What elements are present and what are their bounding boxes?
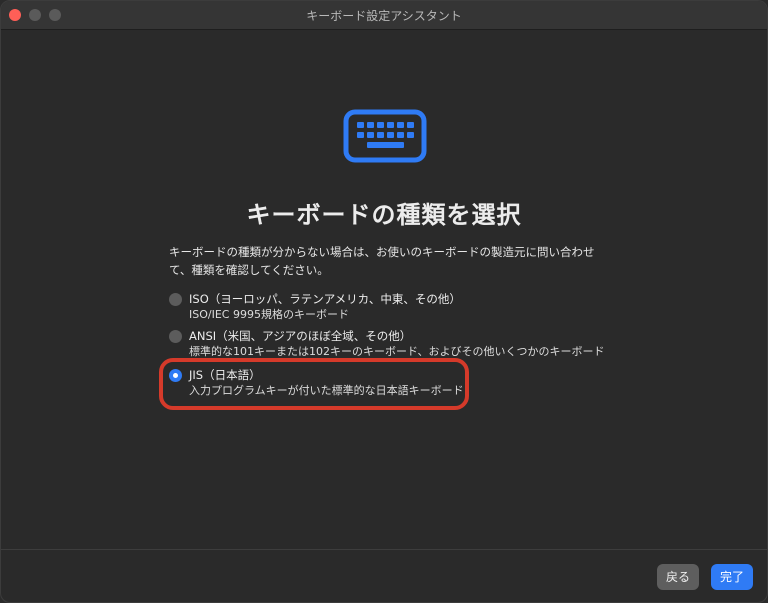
- footer-divider: [1, 549, 767, 550]
- option-iso[interactable]: ISO（ヨーロッパ、ラテンアメリカ、中東、その他） ISO/IEC 9995規格…: [169, 291, 461, 323]
- back-button[interactable]: 戻る: [657, 564, 699, 590]
- description-text: キーボードの種類が分からない場合は、お使いのキーボードの製造元に問い合わせて、種…: [169, 245, 595, 277]
- page-heading: キーボードの種類を選択: [246, 201, 522, 229]
- option-ansi[interactable]: ANSI（米国、アジアのほぼ全域、その他） 標準的な101キーまたは102キーの…: [169, 328, 605, 360]
- assistant-window: キーボード設定アシスタント キーボードの種類を選択 キーボードの種類が分からない…: [0, 0, 768, 603]
- keyboard-icon: [343, 109, 427, 163]
- option-ansi-title: ANSI（米国、アジアのほぼ全域、その他）: [189, 329, 412, 343]
- title-bar: キーボード設定アシスタント: [1, 1, 767, 30]
- done-button[interactable]: 完了: [711, 564, 753, 590]
- option-iso-title: ISO（ヨーロッパ、ラテンアメリカ、中東、その他）: [189, 292, 461, 306]
- radio-iso[interactable]: [169, 293, 182, 306]
- radio-ansi[interactable]: [169, 330, 182, 343]
- option-iso-subtitle: ISO/IEC 9995規格のキーボード: [189, 308, 349, 321]
- window-title: キーボード設定アシスタント: [306, 9, 462, 23]
- selection-highlight-annotation: [159, 358, 469, 410]
